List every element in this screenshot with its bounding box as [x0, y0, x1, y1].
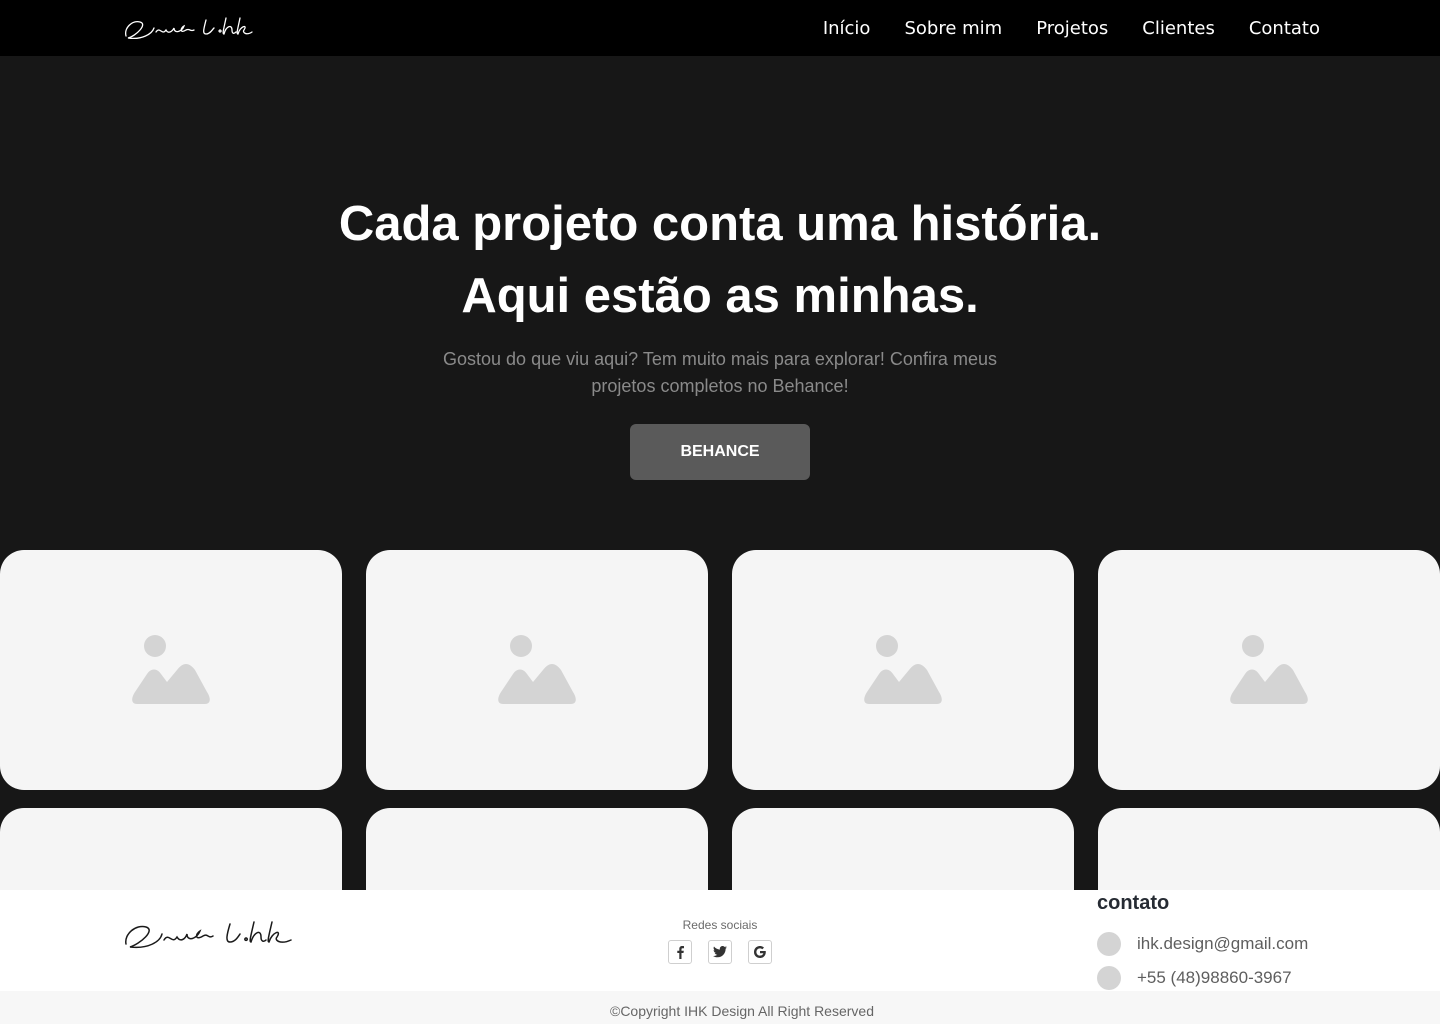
- project-card[interactable]: [0, 550, 342, 790]
- hero-title: Cada projeto conta uma história. Aqui es…: [0, 188, 1440, 332]
- footer: Redes sociais contato ihk.design@gmail.c…: [0, 890, 1440, 991]
- project-card[interactable]: [732, 550, 1074, 790]
- hero-subtitle: Gostou do que viu aqui? Tem muito mais p…: [443, 349, 997, 396]
- project-card[interactable]: [1098, 550, 1440, 790]
- twitter-button[interactable]: [708, 940, 732, 964]
- twitter-icon: [713, 946, 727, 958]
- contact-email[interactable]: ihk.design@gmail.com: [1097, 932, 1308, 956]
- facebook-icon: [677, 946, 684, 959]
- phone-text: +55 (48)98860-3967: [1137, 968, 1292, 987]
- footer-logo-signature[interactable]: [122, 912, 306, 954]
- facebook-button[interactable]: [668, 940, 692, 964]
- copyright-bar: ©Copyright IHK Design All Right Reserved: [0, 991, 1440, 1024]
- image-placeholder-icon: [498, 635, 576, 704]
- nav-sobre-mim[interactable]: Sobre mim: [904, 18, 1002, 39]
- hero-title-line-2: Aqui estão as minhas.: [461, 269, 979, 323]
- image-placeholder-icon: [132, 635, 210, 704]
- nav-projetos[interactable]: Projetos: [1036, 18, 1108, 39]
- email-icon: [1097, 932, 1121, 956]
- social-title: Redes sociais: [682, 918, 758, 932]
- image-placeholder-icon: [864, 635, 942, 704]
- hero-title-line-1: Cada projeto conta uma história.: [338, 197, 1102, 251]
- logo-signature[interactable]: [122, 10, 267, 44]
- nav-clientes[interactable]: Clientes: [1142, 18, 1215, 39]
- email-text: ihk.design@gmail.com: [1137, 934, 1309, 953]
- phone-icon: [1097, 966, 1121, 990]
- project-card[interactable]: [366, 550, 708, 790]
- social-links: [668, 940, 772, 964]
- google-icon: [754, 946, 766, 958]
- image-placeholder-icon: [1230, 635, 1308, 704]
- top-navigation-bar: Início Sobre mim Projetos Clientes Conta…: [0, 0, 1440, 56]
- google-button[interactable]: [748, 940, 772, 964]
- main-nav: Início Sobre mim Projetos Clientes Conta…: [823, 0, 1320, 56]
- contact-title: contato: [1097, 892, 1170, 914]
- copyright-text: ©Copyright IHK Design All Right Reserved: [610, 1003, 874, 1019]
- contact-phone[interactable]: +55 (48)98860-3967: [1097, 966, 1292, 990]
- nav-inicio[interactable]: Início: [823, 18, 871, 39]
- behance-button[interactable]: BEHANCE: [630, 424, 810, 480]
- nav-contato[interactable]: Contato: [1249, 18, 1320, 39]
